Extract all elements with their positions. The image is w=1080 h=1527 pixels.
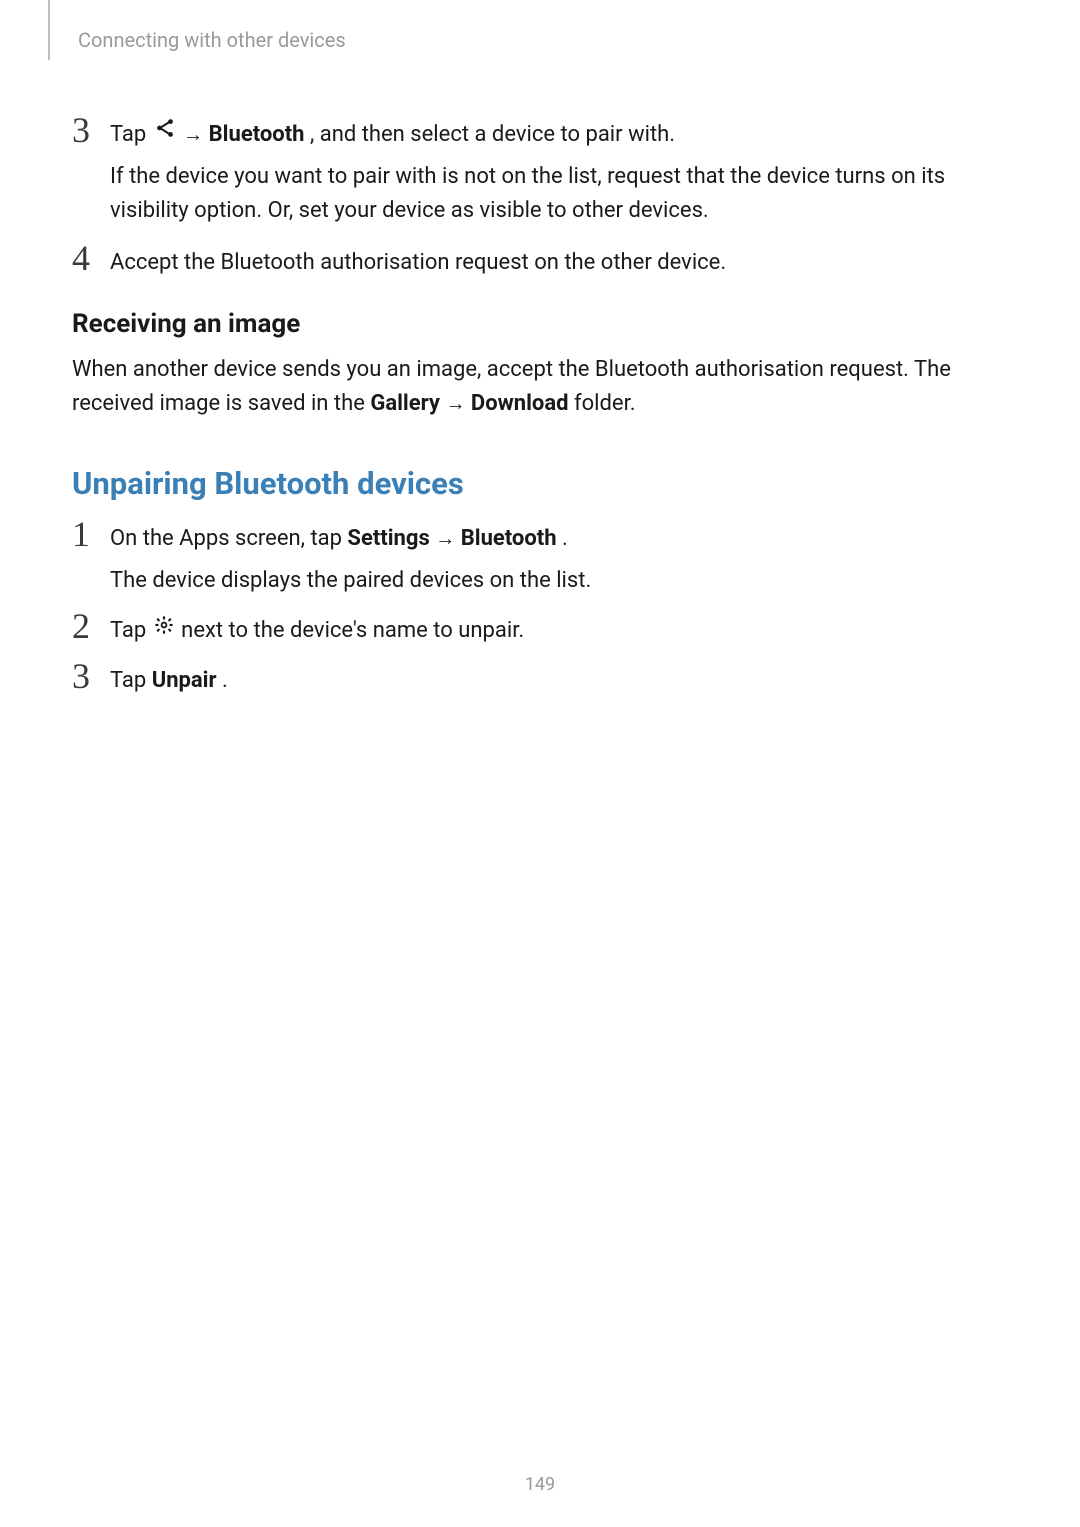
step-number: 3 <box>72 658 110 694</box>
text: . <box>222 668 228 693</box>
arrow-icon: → <box>445 388 465 419</box>
step-body: Tap Unpair . <box>110 664 1008 698</box>
text: Tap <box>110 618 152 643</box>
heading-unpairing: Unpairing Bluetooth devices <box>72 465 1008 502</box>
subheading-receiving: Receiving an image <box>72 309 1008 339</box>
text: Tap <box>110 668 152 693</box>
step-number: 2 <box>72 608 110 644</box>
step-body: On the Apps screen, tap Settings → Bluet… <box>110 522 1008 598</box>
text: next to the device's name to unpair. <box>181 618 524 643</box>
gear-icon <box>154 612 174 646</box>
unpair-step-2: 2 Tap <box>72 614 1008 648</box>
menu-item-download: Download <box>471 391 569 416</box>
step-4: 4 Accept the Bluetooth authorisation req… <box>72 246 1008 280</box>
text: Tap <box>110 122 152 147</box>
text: Accept the Bluetooth authorisation reque… <box>110 246 1008 280</box>
step-3: 3 Tap → Bluetooth , and then select a de… <box>72 118 1008 228</box>
step-body: Tap <box>110 614 1008 648</box>
text: folder. <box>574 391 636 416</box>
text: The device displays the paired devices o… <box>110 564 1008 598</box>
step-body: Tap → Bluetooth , and then select a devi… <box>110 118 1008 228</box>
share-icon <box>154 116 176 150</box>
step-number: 1 <box>72 516 110 552</box>
text: , and then select a device to pair with. <box>310 122 675 147</box>
page-content: 3 Tap → Bluetooth , and then select a de… <box>72 118 1008 714</box>
menu-item-bluetooth: Bluetooth <box>461 526 557 551</box>
arrow-icon: → <box>435 523 455 554</box>
receiving-para: When another device sends you an image, … <box>72 353 1008 421</box>
chapter-title: Connecting with other devices <box>78 28 346 52</box>
unpair-step-1: 1 On the Apps screen, tap Settings → Blu… <box>72 522 1008 598</box>
text: On the Apps screen, tap <box>110 526 347 551</box>
step-number: 3 <box>72 112 110 148</box>
text: . <box>562 526 568 551</box>
menu-item-settings: Settings <box>347 526 429 551</box>
menu-item-gallery: Gallery <box>370 391 440 416</box>
unpair-step-3: 3 Tap Unpair . <box>72 664 1008 698</box>
menu-item-bluetooth: Bluetooth <box>209 122 305 147</box>
page-header-mark <box>48 0 50 60</box>
step-body: Accept the Bluetooth authorisation reque… <box>110 246 1008 280</box>
step-number: 4 <box>72 240 110 276</box>
menu-item-unpair: Unpair <box>152 668 217 693</box>
page-number: 149 <box>0 1474 1080 1495</box>
text: If the device you want to pair with is n… <box>110 160 1008 228</box>
arrow-icon: → <box>183 119 203 150</box>
